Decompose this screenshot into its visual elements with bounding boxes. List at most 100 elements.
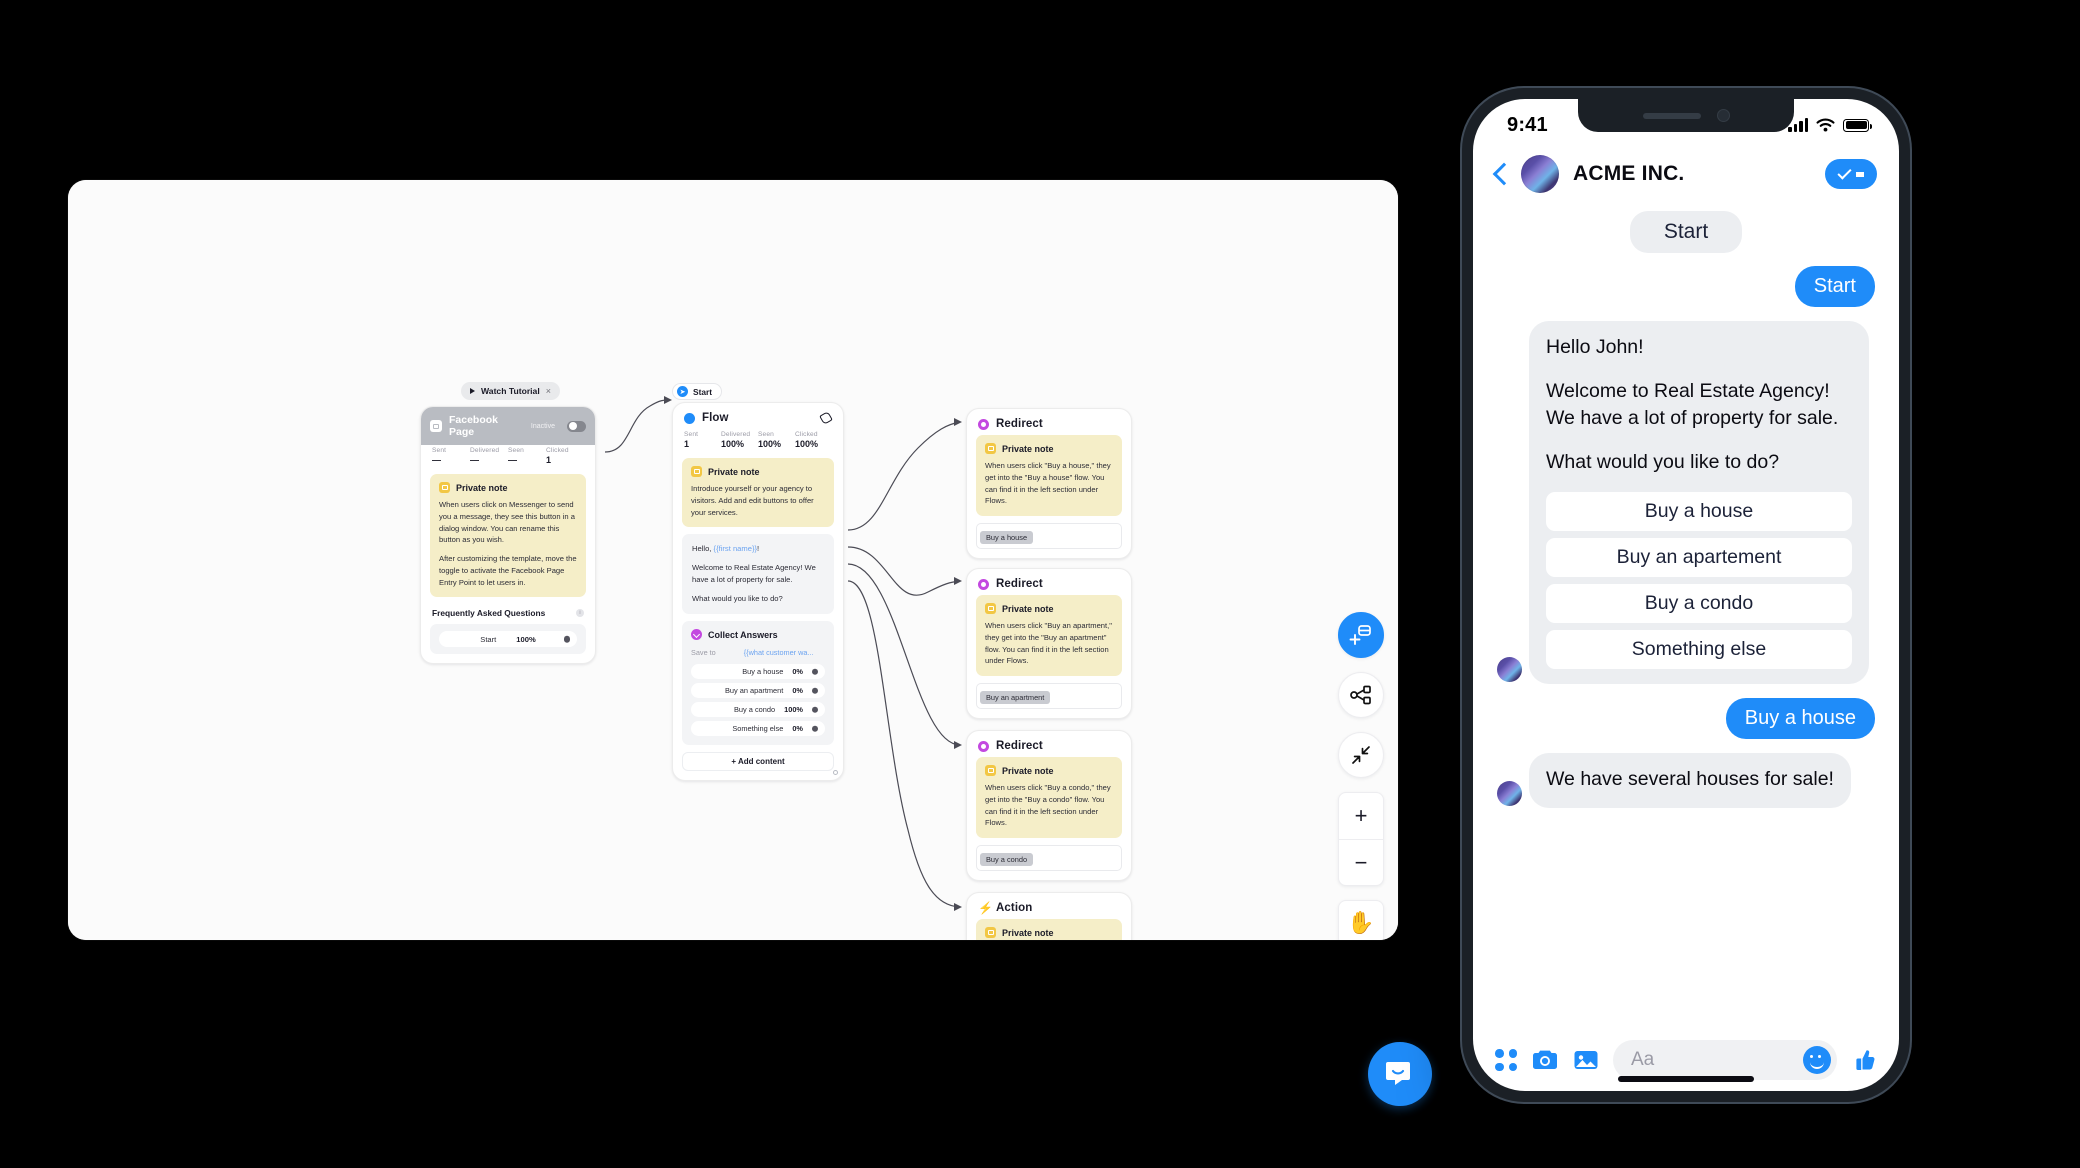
note-paragraph: Introduce yourself or your agency to vis… xyxy=(691,484,814,517)
activate-toggle[interactable] xyxy=(567,420,586,432)
answer-option[interactable]: Buy an apartment 0% xyxy=(691,683,825,699)
private-note-title: Private note xyxy=(1002,927,1054,938)
message-paragraph: We have several houses for sale! xyxy=(1546,767,1834,790)
intercom-launcher-button[interactable] xyxy=(1368,1042,1432,1106)
save-to-label: Save to xyxy=(691,648,716,658)
save-to-variable: {{what customer wa... xyxy=(743,648,814,658)
redirect-node-title: Redirect xyxy=(996,740,1043,752)
redirect-node-buy-a-condo[interactable]: Redirect Private note When users click "… xyxy=(966,730,1132,882)
status-badge[interactable] xyxy=(1825,159,1877,189)
facebook-page-node[interactable]: Facebook Page Inactive Sent — Delivered … xyxy=(420,406,596,665)
message-block[interactable]: Hello, {{first name}}! Welcome to Real E… xyxy=(682,534,834,615)
redirect-target-field[interactable]: Buy a house xyxy=(976,523,1122,550)
stat-key: Delivered xyxy=(721,431,751,438)
quick-reply-buy-a-house[interactable]: Buy a house xyxy=(1546,491,1852,531)
info-icon[interactable]: i xyxy=(576,609,584,618)
messenger-chat-header: ACME INC. xyxy=(1473,145,1899,203)
stat-delivered: Delivered — xyxy=(470,447,508,465)
zoom-in-button[interactable]: + xyxy=(1339,793,1383,839)
thumbs-up-icon[interactable] xyxy=(1851,1047,1877,1073)
message-input[interactable]: Aa xyxy=(1613,1040,1837,1080)
facebook-page-node-title: Facebook Page xyxy=(449,414,499,438)
smiley-icon[interactable] xyxy=(1803,1046,1831,1074)
save-to-row[interactable]: Save to {{what customer wa... xyxy=(691,648,825,657)
redirect-target-field[interactable]: Buy a condo xyxy=(976,845,1122,872)
redirect-target-row[interactable]: Buy a house xyxy=(967,523,1131,558)
stat-value: — xyxy=(508,455,517,465)
start-badge[interactable]: ➤ Start xyxy=(672,383,723,400)
app-grid-icon[interactable] xyxy=(1495,1049,1517,1071)
note-icon xyxy=(985,927,996,938)
private-note-block: Private note When users click "Something… xyxy=(976,919,1122,940)
pan-tool-button[interactable]: ✋ xyxy=(1338,900,1384,940)
output-port[interactable] xyxy=(811,725,818,733)
start-badge-label: Start xyxy=(693,386,713,397)
first-name-variable: {{first name}} xyxy=(713,544,758,554)
tag-icon[interactable] xyxy=(820,412,832,424)
close-icon[interactable]: × xyxy=(546,386,551,396)
redirect-target-row[interactable]: Buy a condo xyxy=(967,845,1131,880)
private-note-block: Private note When users click "Buy an ap… xyxy=(976,595,1122,677)
canvas-toolbar: + − ✋ xyxy=(1333,612,1389,940)
screenshot-root: Watch Tutorial × Facebook Page Inactive … xyxy=(0,0,2080,1168)
redirect-target-chip[interactable]: Buy a house xyxy=(980,531,1034,545)
stat-key: Seen xyxy=(758,431,774,438)
resize-handle[interactable] xyxy=(833,770,838,776)
add-content-button[interactable]: + Add content xyxy=(682,752,834,772)
stat-value: 100% xyxy=(795,439,819,449)
sitemap-icon xyxy=(1350,685,1371,705)
wifi-icon xyxy=(1816,118,1835,132)
tree-layout-button[interactable] xyxy=(1338,672,1384,718)
collect-answers-header: Collect Answers xyxy=(691,629,825,641)
output-port[interactable] xyxy=(811,668,818,676)
collect-answers-block[interactable]: Collect Answers Save to {{what customer … xyxy=(682,621,834,746)
output-port[interactable] xyxy=(811,706,818,714)
redirect-target-field[interactable]: Buy an apartment xyxy=(976,683,1122,710)
chevron-down-icon xyxy=(1856,171,1864,177)
add-node-button[interactable] xyxy=(1338,612,1384,658)
stat-key: Clicked xyxy=(795,431,818,438)
private-note-title: Private note xyxy=(1002,443,1054,454)
camera-icon[interactable] xyxy=(1531,1048,1559,1072)
answer-pct: 0% xyxy=(792,686,803,696)
note-icon xyxy=(985,603,996,614)
answer-option[interactable]: Buy a house 0% xyxy=(691,664,825,680)
quick-reply-buy-an-apartement[interactable]: Buy an apartement xyxy=(1546,537,1852,577)
redirect-node-header: Redirect xyxy=(967,569,1131,595)
quick-reply-something-else[interactable]: Something else xyxy=(1546,629,1852,669)
watch-tutorial-pill[interactable]: Watch Tutorial × xyxy=(461,382,560,400)
incoming-message-row: We have several houses for sale! xyxy=(1497,752,1875,808)
collect-answers-icon xyxy=(691,629,702,641)
message-thread[interactable]: Start Start Hello John! Welcome to Real … xyxy=(1473,203,1899,1029)
message-paragraph: Hello John! xyxy=(1546,336,1644,358)
private-note-body: When users click "Buy a house," they get… xyxy=(985,460,1113,507)
redirect-target-row[interactable]: Buy an apartment xyxy=(967,683,1131,718)
private-note-block: Private note When users click on Messeng… xyxy=(430,474,586,598)
private-note-body: Introduce yourself or your agency to vis… xyxy=(691,483,825,518)
answer-option[interactable]: Buy a condo 100% xyxy=(691,702,825,718)
redirect-node-title: Redirect xyxy=(996,578,1043,590)
zoom-out-button[interactable]: − xyxy=(1339,839,1383,885)
arrow-right-circle-icon: ➤ xyxy=(677,386,688,397)
avatar xyxy=(1497,656,1522,682)
flow-node[interactable]: Flow Sent 1 Delivered 100% Seen 100% Cli… xyxy=(672,402,844,782)
redirect-node-buy-a-house[interactable]: Redirect Private note When users click "… xyxy=(966,408,1132,560)
stat-value: 1 xyxy=(546,455,552,465)
chevron-left-icon[interactable] xyxy=(1493,162,1507,186)
image-icon[interactable] xyxy=(1573,1048,1599,1072)
action-node-live-chat[interactable]: ⚡ Action Private note When users click "… xyxy=(966,892,1132,940)
answer-pct: 100% xyxy=(784,705,803,715)
redirect-dot-icon xyxy=(978,740,989,752)
outgoing-message: Start xyxy=(1794,266,1875,307)
redirect-node-buy-an-apartment[interactable]: Redirect Private note When users click "… xyxy=(966,568,1132,720)
flow-canvas[interactable]: Watch Tutorial × Facebook Page Inactive … xyxy=(68,180,1398,940)
quick-reply-buy-a-condo[interactable]: Buy a condo xyxy=(1546,583,1852,623)
redirect-target-chip[interactable]: Buy a condo xyxy=(980,853,1034,867)
fit-to-screen-button[interactable] xyxy=(1338,732,1384,778)
faq-item[interactable]: Start 100% xyxy=(439,631,577,648)
output-port[interactable] xyxy=(563,636,570,643)
answer-option[interactable]: Something else 0% xyxy=(691,721,825,737)
avatar[interactable] xyxy=(1521,155,1559,193)
redirect-target-chip[interactable]: Buy an apartment xyxy=(980,691,1051,705)
output-port[interactable] xyxy=(811,687,818,695)
